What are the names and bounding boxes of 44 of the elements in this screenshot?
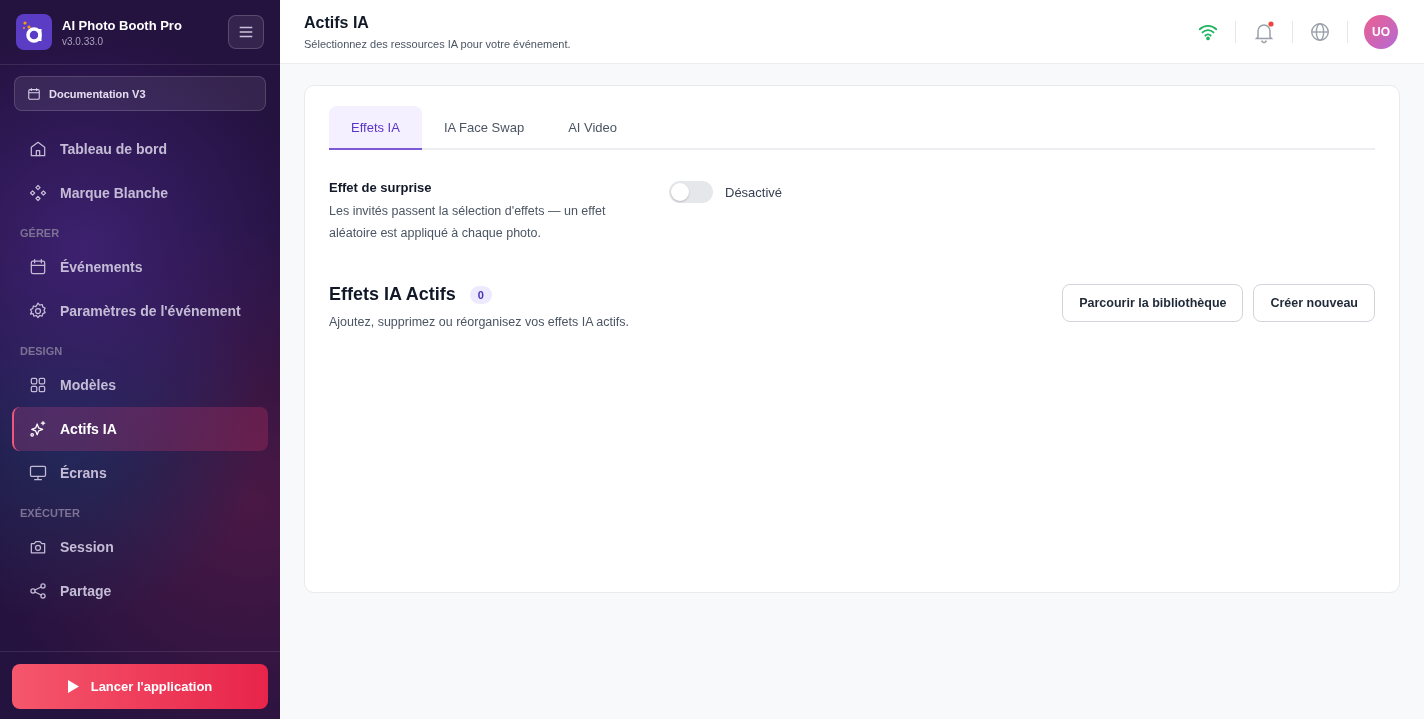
play-icon xyxy=(67,680,79,693)
project-selector[interactable]: Documentation V3 xyxy=(14,76,266,111)
setting-description: Les invités passent la sélection d'effets — un effet aléatoire est appliqué à chaque photo. xyxy=(329,203,607,242)
tab[interactable]: IA Face Swap xyxy=(421,106,547,150)
section-heading: EXÉCUTER xyxy=(19,506,81,521)
globe-icon[interactable] xyxy=(1309,20,1331,43)
setting-title: Effet de surprise xyxy=(329,180,433,195)
nav-item[interactable]: Actifs IA xyxy=(12,407,268,451)
gear-icon xyxy=(28,301,48,321)
nav-item[interactable]: Marque Blanche xyxy=(12,171,268,215)
nav-item[interactable]: Paramètres de l'événement xyxy=(12,289,268,333)
section-description: Ajoutez, supprimez ou réorganisez vos effets IA actifs. xyxy=(329,315,629,329)
section-heading: GÉRER xyxy=(19,226,61,241)
app-version: v3.0.33.0 xyxy=(62,35,105,47)
sparkle-icon xyxy=(28,419,48,439)
calendar-icon xyxy=(27,86,41,101)
menu-button[interactable] xyxy=(228,15,264,49)
bell-icon[interactable] xyxy=(1252,19,1276,44)
monitor-icon xyxy=(28,463,48,483)
toggle-switch[interactable] xyxy=(669,181,713,203)
calendar-icon xyxy=(28,257,48,277)
section-title: Effets IA Actifs xyxy=(329,284,456,305)
nav-item[interactable]: Session xyxy=(12,525,268,569)
tab[interactable]: Effets IA xyxy=(329,106,422,150)
grid-icon xyxy=(28,375,48,395)
nav-item[interactable]: Tableau de bord xyxy=(12,127,268,171)
page-subtitle: Sélectionnez des ressources IA pour votre événement. xyxy=(304,37,571,50)
share-icon xyxy=(28,581,48,601)
action-button[interactable]: Parcourir la bibliothèque xyxy=(1062,284,1244,322)
toggle-label: Désactivé xyxy=(725,184,783,200)
nav-item[interactable]: Modèles xyxy=(12,363,268,407)
page-title: Actifs IA xyxy=(304,13,370,32)
nav-item[interactable]: Partage xyxy=(12,569,268,613)
app-name: AI Photo Booth Pro xyxy=(62,17,183,33)
launch-button[interactable]: Lancer l'application xyxy=(12,664,268,709)
tab[interactable]: AI Video xyxy=(546,106,640,150)
action-button[interactable]: Créer nouveau xyxy=(1253,284,1375,322)
diamonds-icon xyxy=(28,183,48,203)
app-logo-icon xyxy=(16,14,52,50)
nav-item[interactable]: Événements xyxy=(12,245,268,289)
home-icon xyxy=(28,139,48,159)
section-heading: DESIGN xyxy=(19,344,64,359)
nav-item[interactable]: Écrans xyxy=(12,451,268,495)
count-badge: 0 xyxy=(469,285,492,304)
